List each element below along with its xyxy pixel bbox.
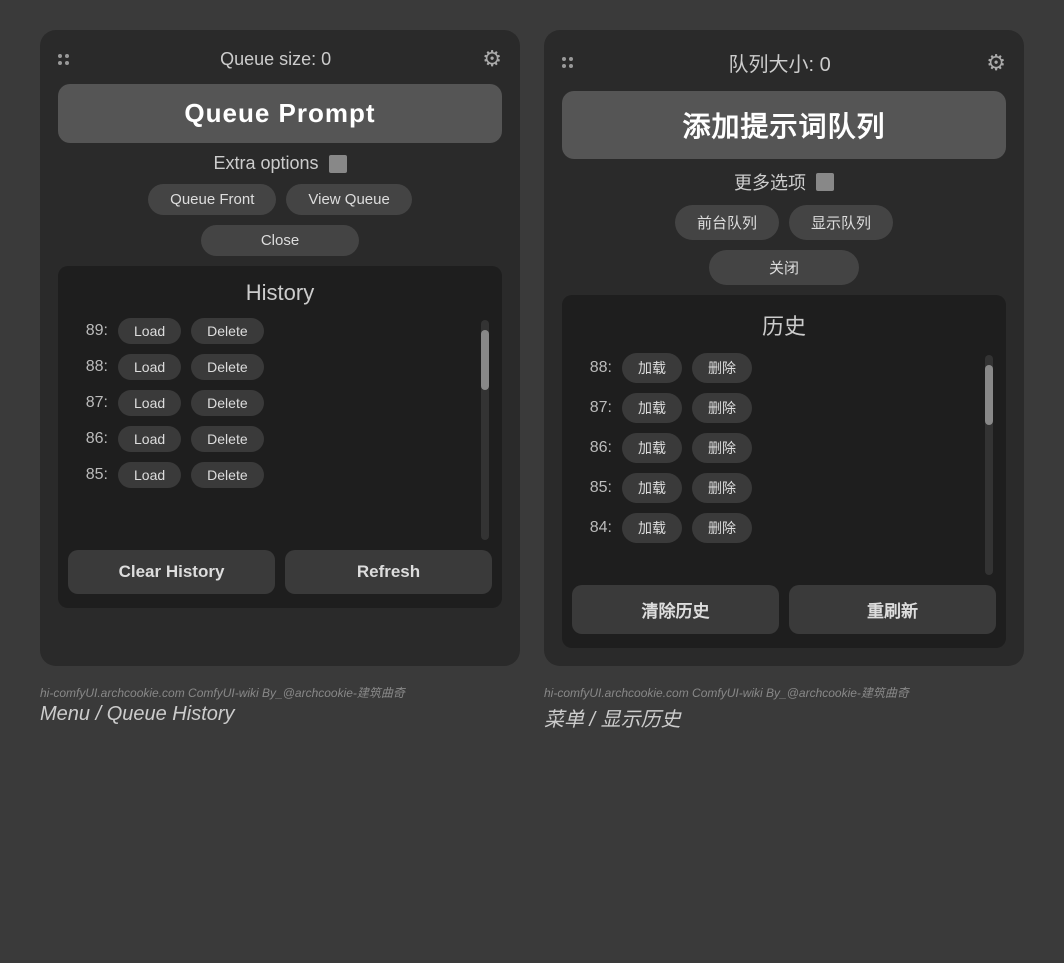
history-list-left: 89: Load Delete 88: Load Delete 87: Load… xyxy=(68,316,472,540)
load-button[interactable]: Load xyxy=(118,462,181,488)
footer-row: hi-comfyUI.archcookie.com ComfyUI-wiki B… xyxy=(20,684,1044,732)
drag-handle-right[interactable] xyxy=(562,57,573,68)
load-button-zh[interactable]: 加载 xyxy=(622,513,682,543)
queue-front-btn-left[interactable]: Queue Front xyxy=(148,184,276,215)
delete-button-zh[interactable]: 删除 xyxy=(692,513,752,543)
history-num: 85: xyxy=(576,479,612,497)
footer-title-right: 菜单 / 显示历史 xyxy=(544,703,1024,732)
footer-right: hi-comfyUI.archcookie.com ComfyUI-wiki B… xyxy=(544,684,1024,732)
bottom-btns-left: Clear History Refresh xyxy=(68,550,492,594)
history-num: 87: xyxy=(72,394,108,412)
delete-button[interactable]: Delete xyxy=(191,318,263,344)
history-num: 87: xyxy=(576,399,612,417)
extra-options-label-right: 更多选项 xyxy=(734,169,806,195)
history-box-left: History 89: Load Delete 88: Load Delete … xyxy=(58,266,502,608)
history-num: 86: xyxy=(576,439,612,457)
delete-button[interactable]: Delete xyxy=(191,426,263,452)
delete-button-zh[interactable]: 删除 xyxy=(692,473,752,503)
queue-size-right: 队列大小: 0 xyxy=(729,48,831,77)
load-button[interactable]: Load xyxy=(118,390,181,416)
history-title-left: History xyxy=(68,280,492,306)
scrollbar-thumb-left[interactable] xyxy=(481,330,489,390)
table-row: 87: Load Delete xyxy=(68,388,472,418)
scrollbar-thumb-right[interactable] xyxy=(985,365,993,425)
delete-button-zh[interactable]: 删除 xyxy=(692,393,752,423)
history-num: 88: xyxy=(576,359,612,377)
table-row: 86: Load Delete xyxy=(68,424,472,454)
delete-button-zh[interactable]: 删除 xyxy=(692,433,752,463)
left-panel: Queue size: 0 ⚙ Queue Prompt Extra optio… xyxy=(40,30,520,666)
delete-button-zh[interactable]: 删除 xyxy=(692,353,752,383)
table-row: 86: 加载 删除 xyxy=(572,431,976,465)
extra-options-checkbox-right[interactable] xyxy=(816,173,834,191)
close-row-left: Close xyxy=(58,225,502,256)
history-list-container-left: 89: Load Delete 88: Load Delete 87: Load… xyxy=(68,316,492,540)
extra-options-label-left: Extra options xyxy=(213,153,318,174)
table-row: 85: Load Delete xyxy=(68,460,472,490)
history-num: 89: xyxy=(72,322,108,340)
close-btn-right[interactable]: 关闭 xyxy=(709,250,859,285)
left-header: Queue size: 0 ⚙ xyxy=(58,48,502,70)
refresh-btn-left[interactable]: Refresh xyxy=(285,550,492,594)
view-queue-btn-left[interactable]: View Queue xyxy=(286,184,411,215)
scrollbar-track-right xyxy=(985,355,993,575)
queue-prompt-btn-left[interactable]: Queue Prompt xyxy=(58,84,502,143)
history-num: 88: xyxy=(72,358,108,376)
table-row: 88: Load Delete xyxy=(68,352,472,382)
history-num: 86: xyxy=(72,430,108,448)
drag-handle-left[interactable] xyxy=(58,54,69,65)
clear-history-btn-left[interactable]: Clear History xyxy=(68,550,275,594)
right-panel: 队列大小: 0 ⚙ 添加提示词队列 更多选项 前台队列 显示队列 关闭 历史 8… xyxy=(544,30,1024,666)
load-button-zh[interactable]: 加载 xyxy=(622,393,682,423)
extra-options-row-left: Extra options xyxy=(58,153,502,174)
queue-size-left: Queue size: 0 xyxy=(220,49,331,70)
footer-left: hi-comfyUI.archcookie.com ComfyUI-wiki B… xyxy=(40,684,520,732)
view-queue-btn-right[interactable]: 显示队列 xyxy=(789,205,893,240)
bottom-btns-right: 清除历史 重刷新 xyxy=(572,585,996,634)
queue-front-view-row-left: Queue Front View Queue xyxy=(58,184,502,215)
scrollbar-left[interactable] xyxy=(478,316,492,540)
table-row: 84: 加载 删除 xyxy=(572,511,976,545)
queue-prompt-btn-right[interactable]: 添加提示词队列 xyxy=(562,91,1006,159)
delete-button[interactable]: Delete xyxy=(191,390,263,416)
extra-options-row-right: 更多选项 xyxy=(562,169,1006,195)
history-title-right: 历史 xyxy=(572,309,996,341)
load-button[interactable]: Load xyxy=(118,426,181,452)
history-box-right: 历史 88: 加载 删除 87: 加载 删除 86: 加载 xyxy=(562,295,1006,648)
footer-site-left: hi-comfyUI.archcookie.com ComfyUI-wiki B… xyxy=(40,684,520,701)
gear-btn-left[interactable]: ⚙ xyxy=(482,48,502,70)
close-btn-left[interactable]: Close xyxy=(201,225,359,256)
history-list-right: 88: 加载 删除 87: 加载 删除 86: 加载 删除 xyxy=(572,351,976,575)
footer-title-left: Menu / Queue History xyxy=(40,703,520,726)
queue-front-btn-right[interactable]: 前台队列 xyxy=(675,205,779,240)
load-button[interactable]: Load xyxy=(118,354,181,380)
table-row: 88: 加载 删除 xyxy=(572,351,976,385)
scrollbar-track-left xyxy=(481,320,489,540)
delete-button[interactable]: Delete xyxy=(191,462,263,488)
extra-options-checkbox-left[interactable] xyxy=(329,155,347,173)
right-header: 队列大小: 0 ⚙ xyxy=(562,48,1006,77)
footer-site-right: hi-comfyUI.archcookie.com ComfyUI-wiki B… xyxy=(544,684,1024,701)
refresh-btn-right[interactable]: 重刷新 xyxy=(789,585,996,634)
load-button[interactable]: Load xyxy=(118,318,181,344)
queue-front-view-row-right: 前台队列 显示队列 xyxy=(562,205,1006,240)
history-num: 84: xyxy=(576,519,612,537)
scrollbar-right[interactable] xyxy=(982,351,996,575)
table-row: 87: 加载 删除 xyxy=(572,391,976,425)
table-row: 89: Load Delete xyxy=(68,316,472,346)
delete-button[interactable]: Delete xyxy=(191,354,263,380)
load-button-zh[interactable]: 加载 xyxy=(622,353,682,383)
history-num: 85: xyxy=(72,466,108,484)
clear-history-btn-right[interactable]: 清除历史 xyxy=(572,585,779,634)
load-button-zh[interactable]: 加载 xyxy=(622,473,682,503)
load-button-zh[interactable]: 加载 xyxy=(622,433,682,463)
gear-btn-right[interactable]: ⚙ xyxy=(986,52,1006,74)
close-row-right: 关闭 xyxy=(562,250,1006,285)
table-row: 85: 加载 删除 xyxy=(572,471,976,505)
history-list-container-right: 88: 加载 删除 87: 加载 删除 86: 加载 删除 xyxy=(572,351,996,575)
